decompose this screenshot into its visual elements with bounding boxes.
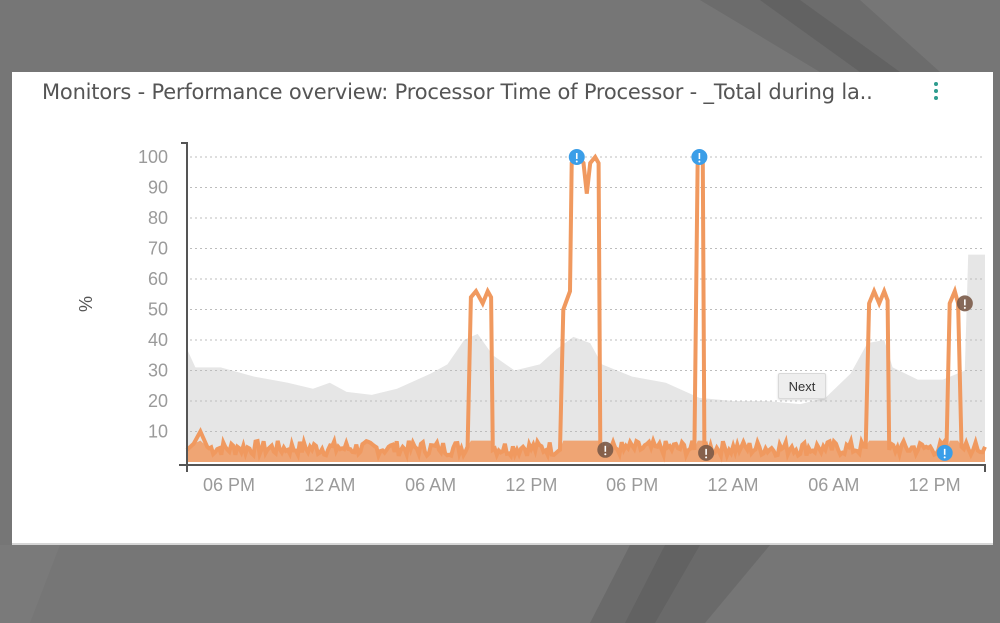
x-tick-label: 06 AM — [808, 475, 859, 495]
y-tick-label: 70 — [148, 239, 168, 259]
marker-glyph-dot — [943, 456, 946, 459]
y-tick-label: 30 — [148, 361, 168, 381]
y-tick-label: 20 — [148, 391, 168, 411]
x-tick-label: 12 AM — [707, 475, 758, 495]
x-axis-line — [179, 464, 986, 472]
resolved-marker-icon[interactable] — [698, 444, 715, 461]
next-tooltip[interactable]: Next — [778, 373, 826, 399]
y-tick-label: 100 — [138, 147, 168, 167]
marker-glyph-dot — [698, 160, 701, 163]
resolved-marker-icon[interactable] — [956, 295, 973, 312]
marker-glyph-dot — [575, 160, 578, 163]
alert-marker-icon[interactable] — [936, 444, 953, 461]
y-tick-label: 80 — [148, 208, 168, 228]
chart-svg: 10 20 30 40 50 60 70 80 90 100% 06 PM 12 AM 06 AM 12 … — [76, 142, 987, 495]
x-tick-label: 06 AM — [405, 475, 456, 495]
x-tick-label: 06 PM — [203, 475, 255, 495]
x-tick-label: 12 AM — [304, 475, 355, 495]
y-axis-line — [181, 142, 188, 472]
resolved-marker-icon[interactable] — [597, 441, 614, 458]
x-tick-label: 12 PM — [909, 475, 961, 495]
marker-glyph-dot — [705, 456, 708, 459]
y-tick-label: 40 — [148, 330, 168, 350]
alert-marker-icon[interactable] — [691, 149, 708, 165]
y-tick-label: 60 — [148, 269, 168, 289]
y-axis-label: % — [76, 296, 96, 312]
y-tick-label: 50 — [148, 300, 168, 320]
x-tick-label: 12 PM — [505, 475, 557, 495]
y-tick-label: 90 — [148, 178, 168, 198]
x-tick-label: 06 PM — [606, 475, 658, 495]
marker-glyph-dot — [604, 453, 607, 456]
alert-marker-icon[interactable] — [568, 149, 585, 165]
marker-glyph-dot — [963, 306, 966, 309]
y-tick-label: 10 — [148, 422, 168, 442]
